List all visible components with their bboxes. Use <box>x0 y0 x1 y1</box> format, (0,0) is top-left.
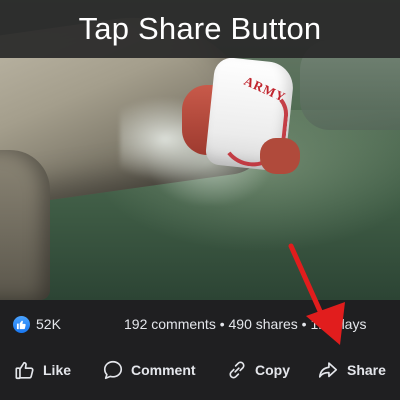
copy-label: Copy <box>255 362 290 378</box>
instruction-title: Tap Share Button <box>78 11 322 46</box>
like-label: Like <box>43 362 72 378</box>
share-button[interactable]: Share <box>316 350 386 390</box>
thumbs-up-outline-icon <box>14 359 36 381</box>
share-label: Share <box>347 362 386 378</box>
like-button[interactable]: Like <box>14 350 71 390</box>
comment-label: Comment <box>131 362 196 378</box>
comment-button[interactable]: Comment <box>102 350 196 390</box>
thumbs-up-icon <box>13 316 30 333</box>
link-icon <box>226 359 248 381</box>
copy-link-button[interactable]: Copy <box>226 350 290 390</box>
speech-bubble-icon <box>102 359 124 381</box>
video-player[interactable]: ARMY Tap Share Button <box>0 0 400 300</box>
action-bar: Like Comment Copy Share <box>0 350 400 390</box>
share-arrow-icon <box>316 359 340 381</box>
rock-wall <box>0 150 50 300</box>
person-in-water: ARMY <box>182 56 302 175</box>
engagement-summary[interactable]: 192 comments • 490 shares • 1M plays <box>124 316 366 333</box>
instruction-banner: Tap Share Button <box>0 0 400 58</box>
person-neck <box>260 138 300 174</box>
post-frame: ARMY Tap Share Button 52K 192 comments •… <box>0 0 400 400</box>
reaction-count[interactable]: 52K <box>36 316 61 333</box>
